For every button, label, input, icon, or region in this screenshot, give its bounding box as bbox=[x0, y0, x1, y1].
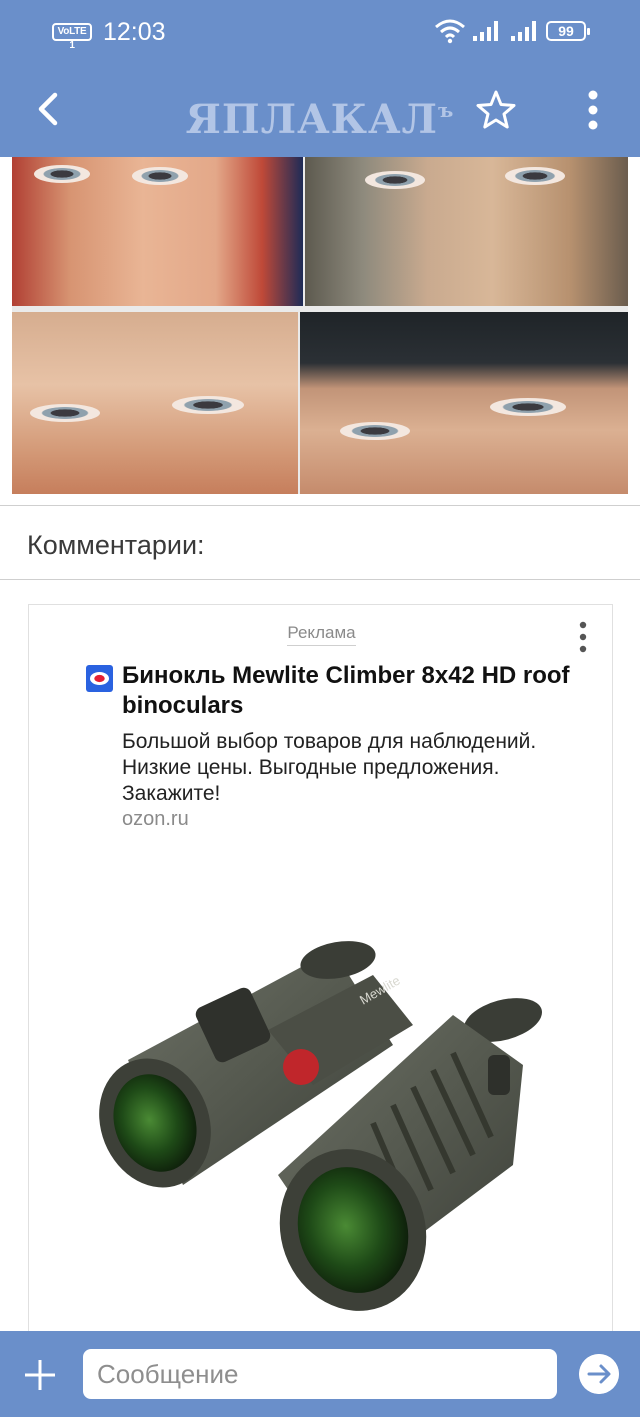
binoculars-icon: Mewlite bbox=[99, 941, 542, 1311]
post-image[interactable] bbox=[12, 157, 628, 494]
ad-description: Большой выбор товаров для наблюдений. Ни… bbox=[122, 730, 537, 805]
wifi-icon bbox=[435, 19, 465, 44]
portrait-photo bbox=[12, 312, 298, 494]
comments-heading: Комментарии: bbox=[27, 530, 205, 560]
star-outline-icon[interactable] bbox=[474, 88, 518, 132]
plus-icon[interactable] bbox=[22, 1357, 58, 1393]
ad-more-icon[interactable] bbox=[571, 619, 595, 655]
ad-card[interactable]: Реклама Бинокль Mewlite Climber 8x42 HD … bbox=[28, 604, 613, 1344]
divider bbox=[0, 579, 640, 580]
portrait-photo bbox=[12, 157, 303, 306]
ad-domain-link[interactable]: ozon.ru bbox=[122, 808, 189, 831]
divider bbox=[0, 505, 640, 506]
ad-label: Реклама bbox=[29, 623, 614, 646]
ad-title[interactable]: Бинокль Mewlite Climber 8x42 HD roof bin… bbox=[122, 661, 592, 721]
ozon-logo-icon bbox=[86, 665, 113, 692]
logo-text: ЯПЛАКАЛ bbox=[185, 96, 438, 143]
signal-icon bbox=[473, 21, 498, 41]
message-input[interactable] bbox=[83, 1349, 557, 1399]
logo-suffix: ъ bbox=[438, 98, 455, 122]
back-arrow-icon[interactable] bbox=[28, 88, 70, 130]
send-arrow-icon[interactable] bbox=[579, 1354, 619, 1394]
status-time: 12:03 bbox=[103, 18, 166, 46]
site-logo[interactable]: ЯПЛАКАЛъ bbox=[150, 84, 490, 143]
ad-product-image[interactable]: Mewlite bbox=[33, 855, 608, 1343]
status-bar: VoLTE 1 12:03 99 bbox=[0, 0, 640, 64]
more-vertical-icon[interactable] bbox=[578, 88, 608, 132]
portrait-photo bbox=[300, 312, 628, 494]
app-header: VoLTE 1 12:03 99 ЯПЛАКАЛъ bbox=[0, 0, 640, 157]
portrait-photo bbox=[305, 157, 628, 306]
battery-indicator: 99 bbox=[546, 21, 590, 41]
volte-badge: VoLTE 1 bbox=[52, 23, 92, 51]
message-composer bbox=[0, 1331, 640, 1417]
signal-icon bbox=[511, 21, 536, 41]
